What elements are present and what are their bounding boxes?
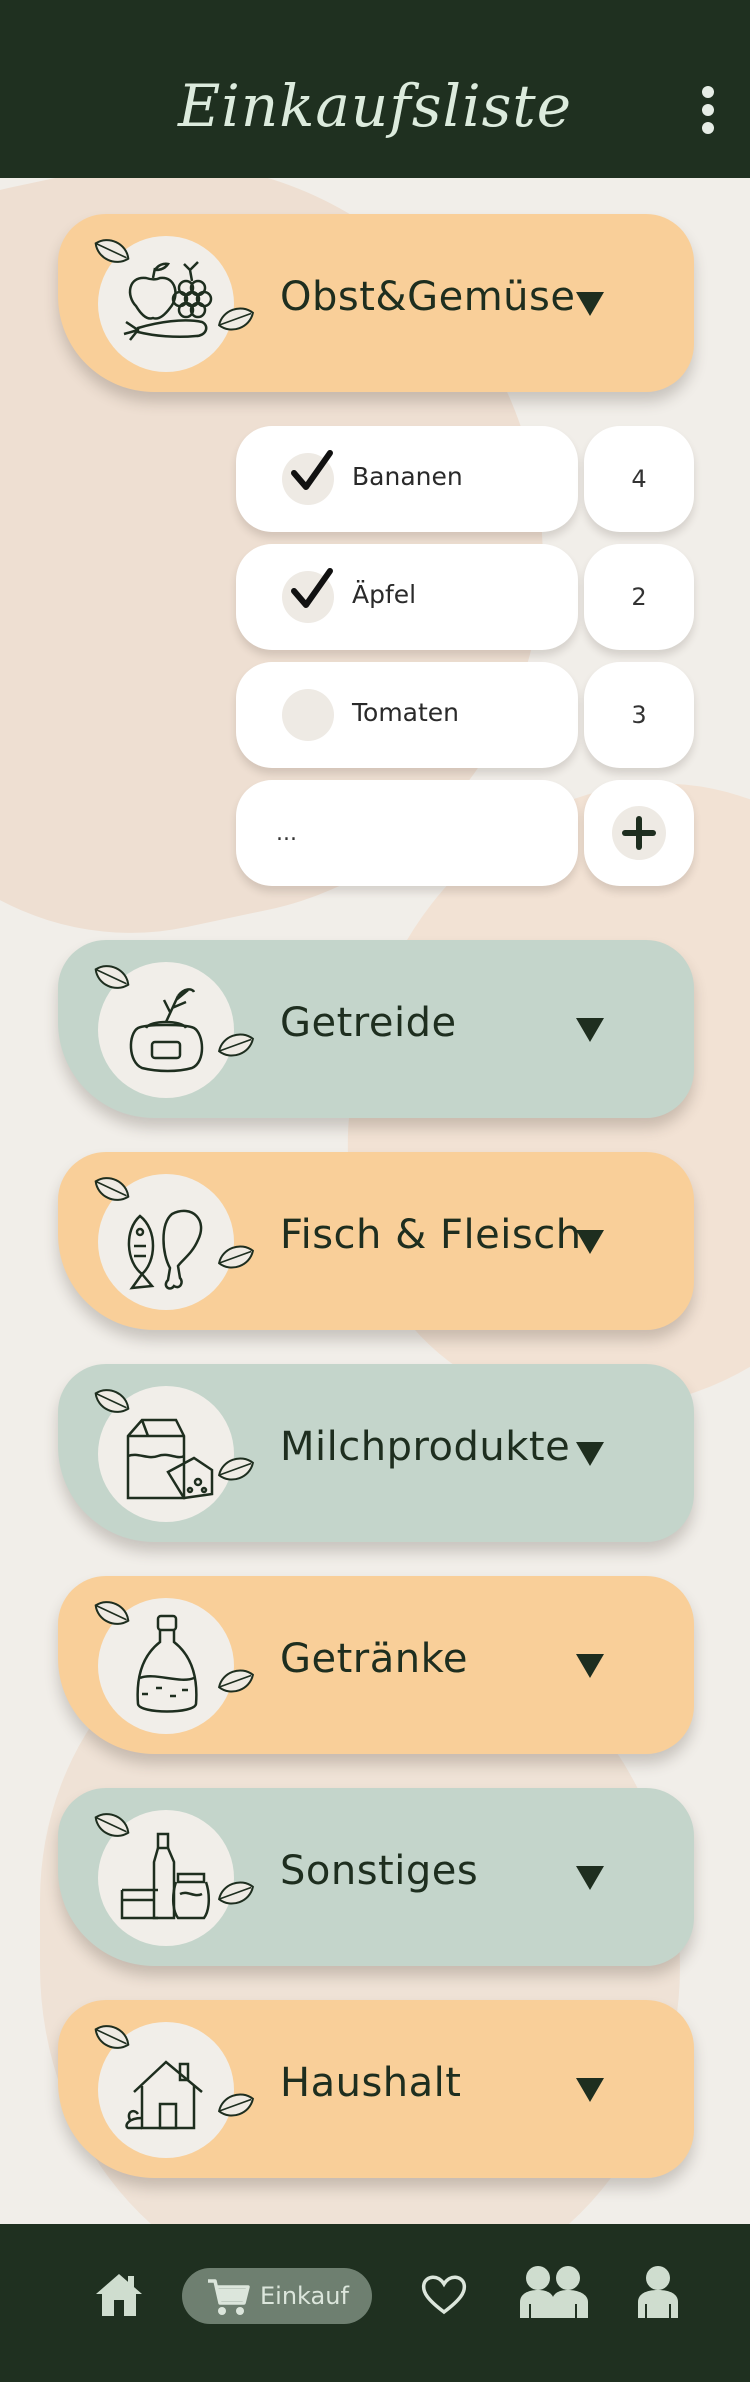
item-checkbox[interactable] (282, 568, 334, 623)
new-item-input[interactable] (276, 814, 536, 852)
category-fisch-fleisch[interactable]: Fisch & Fleisch (58, 1152, 694, 1330)
chevron-down-icon[interactable] (576, 1442, 604, 1466)
category-haushalt[interactable]: Haushalt (58, 2000, 694, 2178)
category-obst-gemuese[interactable]: Obst&Gemüse (58, 214, 694, 392)
chevron-down-icon[interactable] (576, 2078, 604, 2102)
nav-cart-label: Einkauf (260, 2282, 349, 2310)
dot-icon (702, 122, 714, 134)
nav-cart-button[interactable]: Einkauf (182, 2268, 372, 2324)
new-item-row (236, 780, 578, 886)
profile-icon[interactable] (636, 2264, 680, 2320)
category-milchprodukte[interactable]: Milchprodukte (58, 1364, 694, 1542)
list-item: Äpfel (236, 544, 578, 650)
checkmark-icon (291, 568, 333, 608)
heart-icon[interactable] (420, 2272, 468, 2316)
item-quantity[interactable]: 2 (584, 544, 694, 650)
chevron-down-icon[interactable] (576, 1866, 604, 1890)
item-quantity[interactable]: 4 (584, 426, 694, 532)
chevron-down-icon[interactable] (576, 1654, 604, 1678)
chevron-down-icon[interactable] (576, 292, 604, 316)
dot-icon (702, 86, 714, 98)
category-sonstiges[interactable]: Sonstiges (58, 1788, 694, 1966)
item-checkbox[interactable] (282, 689, 334, 741)
list-item: Tomaten (236, 662, 578, 768)
app-title: Einkaufsliste (177, 72, 573, 140)
group-icon[interactable] (518, 2264, 590, 2320)
item-quantity[interactable]: 3 (584, 662, 694, 768)
add-item-button[interactable] (612, 806, 666, 860)
category-label: Getränke (280, 1636, 468, 1682)
home-icon[interactable] (94, 2272, 144, 2318)
item-name: Tomaten (352, 698, 460, 727)
more-menu-button[interactable] (696, 84, 720, 136)
category-label: Sonstiges (280, 1848, 479, 1894)
dot-icon (702, 104, 714, 116)
list-item: Bananen (236, 426, 578, 532)
item-name: Äpfel (352, 580, 417, 609)
cart-icon (208, 2279, 250, 2315)
item-checkbox[interactable] (282, 450, 334, 505)
category-label: Obst&Gemüse (280, 274, 576, 320)
category-getreide[interactable]: Getreide (58, 940, 694, 1118)
bottom-navigation: Einkauf (0, 2224, 750, 2382)
category-label: Milchprodukte (280, 1424, 571, 1470)
item-name: Bananen (352, 462, 463, 491)
category-getraenke[interactable]: Getränke (58, 1576, 694, 1754)
category-label: Haushalt (280, 2060, 462, 2106)
chevron-down-icon[interactable] (576, 1018, 604, 1042)
add-item-box (584, 780, 694, 886)
category-label: Fisch & Fleisch (280, 1212, 582, 1258)
checkmark-icon (291, 450, 333, 490)
app-header: Einkaufsliste (0, 0, 750, 178)
chevron-down-icon[interactable] (576, 1230, 604, 1254)
category-label: Getreide (280, 1000, 457, 1046)
